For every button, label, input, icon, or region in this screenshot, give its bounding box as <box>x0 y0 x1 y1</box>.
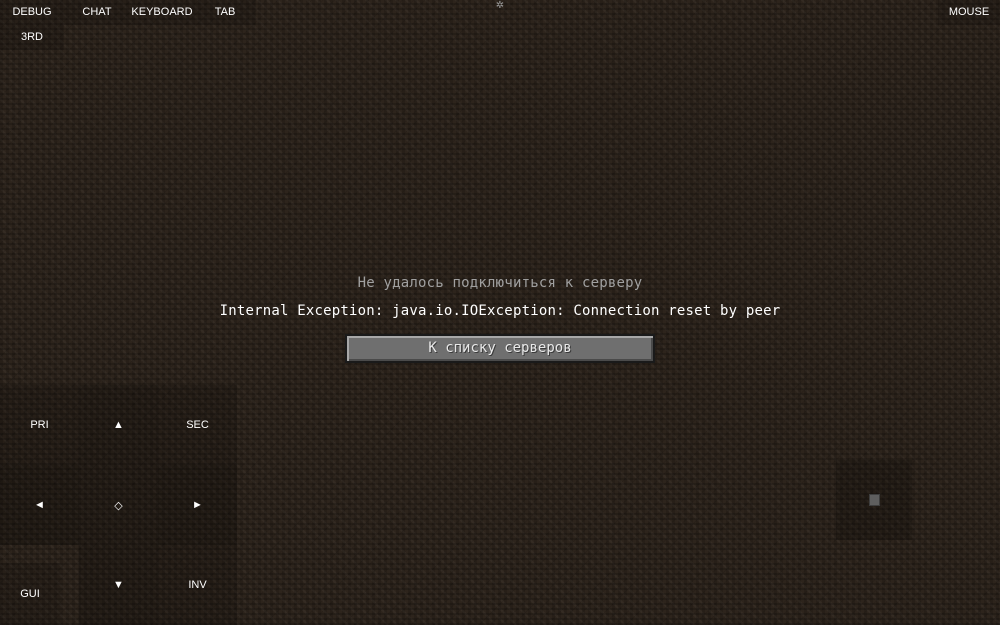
gui-button[interactable]: GUI <box>0 563 60 625</box>
move-down-button[interactable]: ▼ <box>79 545 158 625</box>
mouse-button[interactable]: MOUSE <box>938 0 1000 25</box>
third-person-button[interactable]: 3RD <box>0 25 64 50</box>
move-left-button[interactable]: ◄ <box>0 465 79 545</box>
jump-button[interactable]: ◇ <box>79 465 158 545</box>
joystick-knob[interactable] <box>869 494 880 506</box>
disconnect-title: Не удалось подключиться к серверу <box>357 275 643 291</box>
back-to-server-list-button[interactable]: К списку серверов <box>345 334 655 363</box>
debug-button[interactable]: DEBUG <box>0 0 64 25</box>
chat-button[interactable]: CHAT <box>64 0 130 25</box>
move-right-button[interactable]: ► <box>158 465 237 545</box>
move-up-button[interactable]: ▲ <box>79 385 158 465</box>
look-joystick[interactable] <box>836 460 912 540</box>
secondary-button[interactable]: SEC <box>158 385 237 465</box>
dpad-controls: PRI ▲ SEC ◄ ◇ ► GUI ▼ INV <box>0 385 238 625</box>
inventory-button[interactable]: INV <box>158 545 237 625</box>
tab-button[interactable]: TAB <box>194 0 256 25</box>
disconnect-reason: Internal Exception: java.io.IOException:… <box>219 303 781 319</box>
primary-button[interactable]: PRI <box>0 385 79 465</box>
gear-icon[interactable]: ✲ <box>494 0 506 12</box>
keyboard-button[interactable]: KEYBOARD <box>130 0 194 25</box>
